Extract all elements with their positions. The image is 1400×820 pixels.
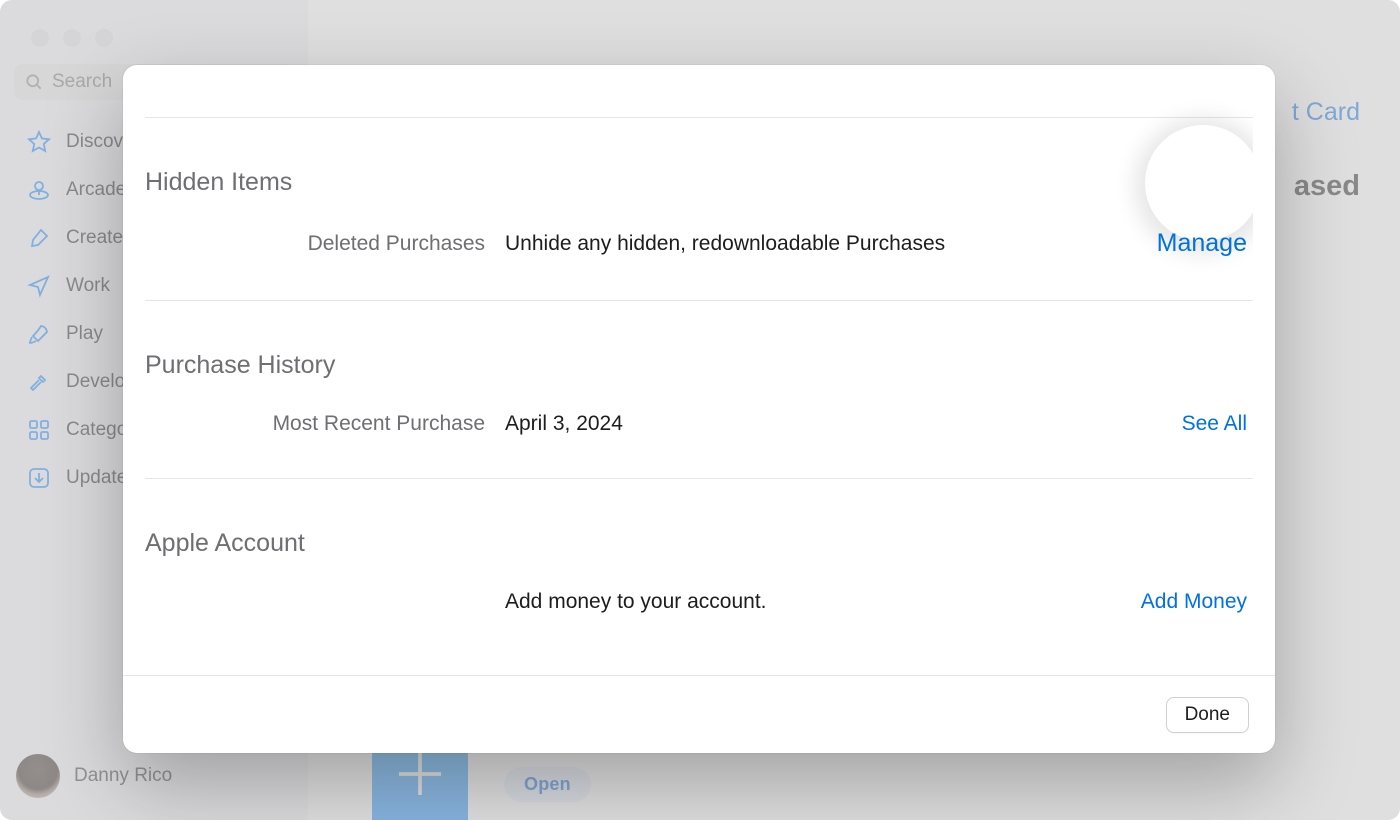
star-icon	[26, 129, 52, 155]
profile-row[interactable]: Danny Rico	[16, 754, 172, 798]
sidebar-item-label: Create	[66, 227, 123, 249]
add-money-link[interactable]: Add Money	[1141, 590, 1253, 614]
done-button[interactable]: Done	[1166, 697, 1249, 733]
paperplane-icon	[26, 273, 52, 299]
row-value: April 3, 2024	[505, 412, 1162, 436]
section-heading: Purchase History	[145, 351, 1253, 380]
section-apple-account: Apple Account Add money to your account.…	[145, 479, 1253, 656]
account-settings-modal: Hidden Items Deleted Purchases Unhide an…	[123, 65, 1275, 753]
arcade-icon	[26, 177, 52, 203]
grid-icon	[26, 417, 52, 443]
avatar	[16, 754, 60, 798]
sidebar-item-label: Arcade	[66, 179, 126, 201]
section-heading: Hidden Items	[145, 168, 1253, 197]
rocket-icon	[26, 321, 52, 347]
section-purchase-history: Purchase History Most Recent Purchase Ap…	[145, 301, 1253, 479]
section-heading: Apple Account	[145, 529, 1253, 558]
paintbrush-icon	[26, 225, 52, 251]
sidebar-item-label: Work	[66, 275, 110, 297]
hammer-app-icon	[392, 746, 448, 802]
modal-footer: Done	[123, 675, 1275, 753]
zoom-dot-icon[interactable]	[95, 29, 113, 47]
hammer-icon	[26, 369, 52, 395]
row-value: Add money to your account.	[505, 590, 1121, 614]
manage-link[interactable]: Manage	[1157, 229, 1253, 258]
search-icon	[24, 72, 44, 92]
row-value: Unhide any hidden, redownloadable Purcha…	[505, 232, 1137, 256]
minimize-dot-icon[interactable]	[63, 29, 81, 47]
sidebar-item-label: Play	[66, 323, 103, 345]
row-label: Most Recent Purchase	[145, 412, 485, 436]
row-label: Deleted Purchases	[145, 232, 485, 256]
open-button[interactable]: Open	[504, 767, 591, 802]
see-all-link[interactable]: See All	[1182, 412, 1253, 436]
gift-card-link[interactable]: t Card	[1292, 98, 1360, 127]
window-controls[interactable]	[31, 29, 113, 47]
profile-name: Danny Rico	[74, 765, 172, 787]
download-icon	[26, 465, 52, 491]
app-store-window: Discover Arcade Create Work Play Develop…	[0, 0, 1400, 820]
section-hidden-items: Hidden Items Deleted Purchases Unhide an…	[145, 118, 1253, 301]
close-dot-icon[interactable]	[31, 29, 49, 47]
purchased-heading: ased	[1294, 170, 1360, 203]
